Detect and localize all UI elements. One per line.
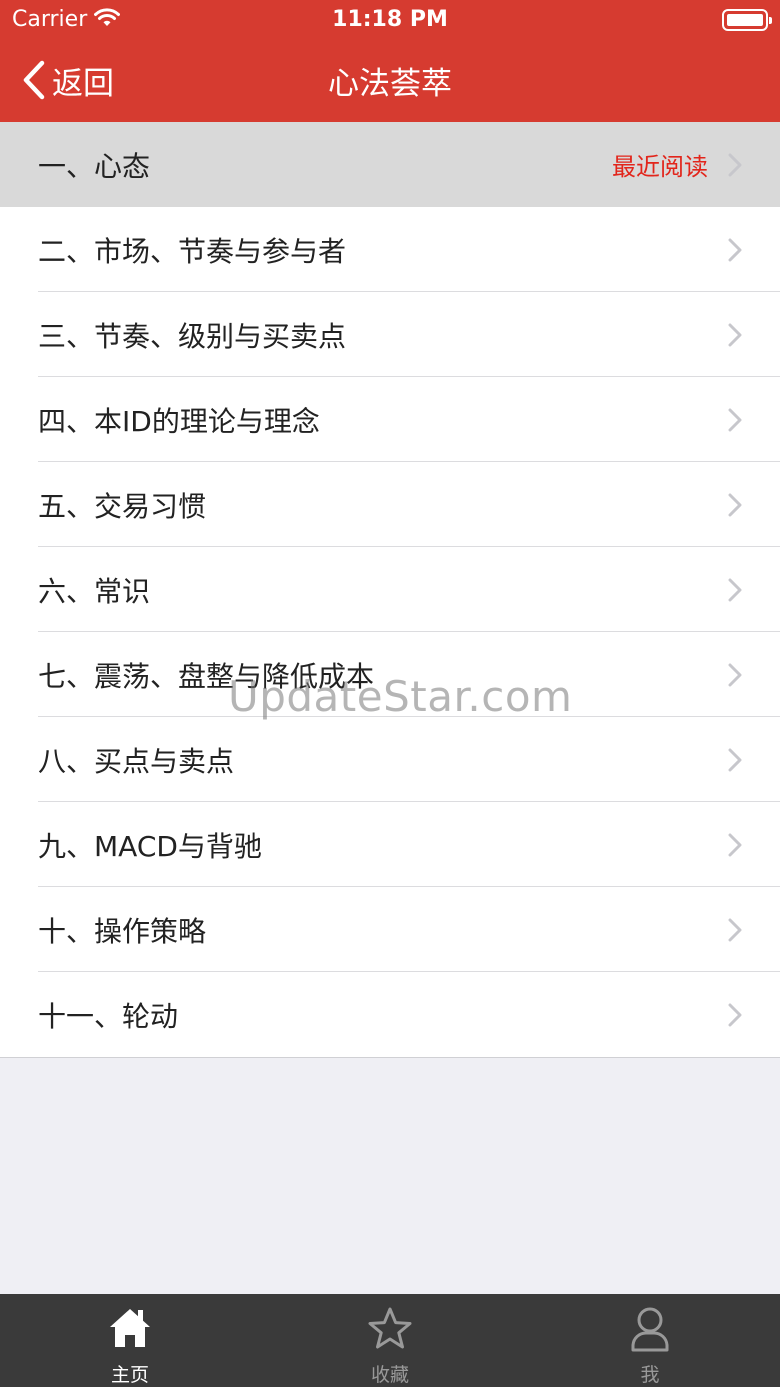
list-item-label: 十一、轮动: [38, 999, 179, 1033]
chevron-right-icon: [728, 578, 742, 602]
list-item[interactable]: 九、MACD与背驰: [0, 802, 780, 887]
list-item[interactable]: 十、操作策略: [0, 887, 780, 972]
chevron-right-icon: [728, 153, 742, 177]
chevron-right-icon: [728, 1003, 742, 1027]
list-item[interactable]: 六、常识: [0, 547, 780, 632]
list-item[interactable]: 七、震荡、盘整与降低成本: [0, 632, 780, 717]
list-item-label: 一、心态: [38, 149, 151, 183]
chapter-list: 一、心态 最近阅读 二、市场、节奏与参与者 三、节奏、级别与买卖点 四、本ID的…: [0, 122, 780, 1058]
list-item-label: 三、节奏、级别与买卖点: [38, 319, 347, 353]
chevron-right-icon: [728, 408, 742, 432]
tab-bar: 主页 收藏 我: [0, 1294, 780, 1387]
chevron-right-icon: [728, 663, 742, 687]
tab-me[interactable]: 我: [520, 1294, 780, 1387]
list-item-label: 二、市场、节奏与参与者: [38, 234, 347, 268]
list-item-label: 五、交易习惯: [38, 489, 207, 523]
chevron-right-icon: [728, 323, 742, 347]
star-icon: [368, 1307, 412, 1349]
person-icon: [631, 1307, 669, 1352]
tab-home[interactable]: 主页: [0, 1294, 260, 1387]
list-item[interactable]: 一、心态 最近阅读: [0, 122, 780, 207]
chevron-right-icon: [728, 833, 742, 857]
status-bar: Carrier 11:18 PM: [0, 0, 780, 40]
tab-favorites[interactable]: 收藏: [260, 1294, 520, 1387]
page-title: 心法荟萃: [328, 66, 452, 102]
list-item[interactable]: 二、市场、节奏与参与者: [0, 207, 780, 292]
recent-reading-badge: 最近阅读: [612, 153, 708, 181]
tab-label: 主页: [110, 1364, 149, 1386]
list-item[interactable]: 八、买点与卖点: [0, 717, 780, 802]
chevron-right-icon: [728, 238, 742, 262]
list-item-label: 七、震荡、盘整与降低成本: [38, 659, 375, 693]
list-item[interactable]: 十一、轮动: [0, 972, 780, 1057]
list-item-label: 八、买点与卖点: [38, 744, 235, 778]
list-item[interactable]: 三、节奏、级别与买卖点: [0, 292, 780, 377]
home-icon: [110, 1309, 150, 1347]
chevron-right-icon: [728, 748, 742, 772]
chevron-right-icon: [728, 493, 742, 517]
tab-label: 收藏: [370, 1364, 409, 1386]
list-item-label: 四、本ID的理论与理念: [38, 404, 320, 438]
list-item[interactable]: 五、交易习惯: [0, 462, 780, 547]
status-time: 11:18 PM: [332, 7, 448, 32]
battery-icon: [722, 9, 772, 31]
list-item[interactable]: 四、本ID的理论与理念: [0, 377, 780, 462]
list-item-label: 九、MACD与背驰: [38, 829, 262, 863]
tab-label: 我: [640, 1364, 660, 1386]
navigation-bar: Carrier 11:18 PM 返回 心法荟萃: [0, 0, 780, 122]
list-item-label: 十、操作策略: [38, 914, 207, 948]
list-item-label: 六、常识: [38, 574, 151, 608]
chevron-right-icon: [728, 918, 742, 942]
